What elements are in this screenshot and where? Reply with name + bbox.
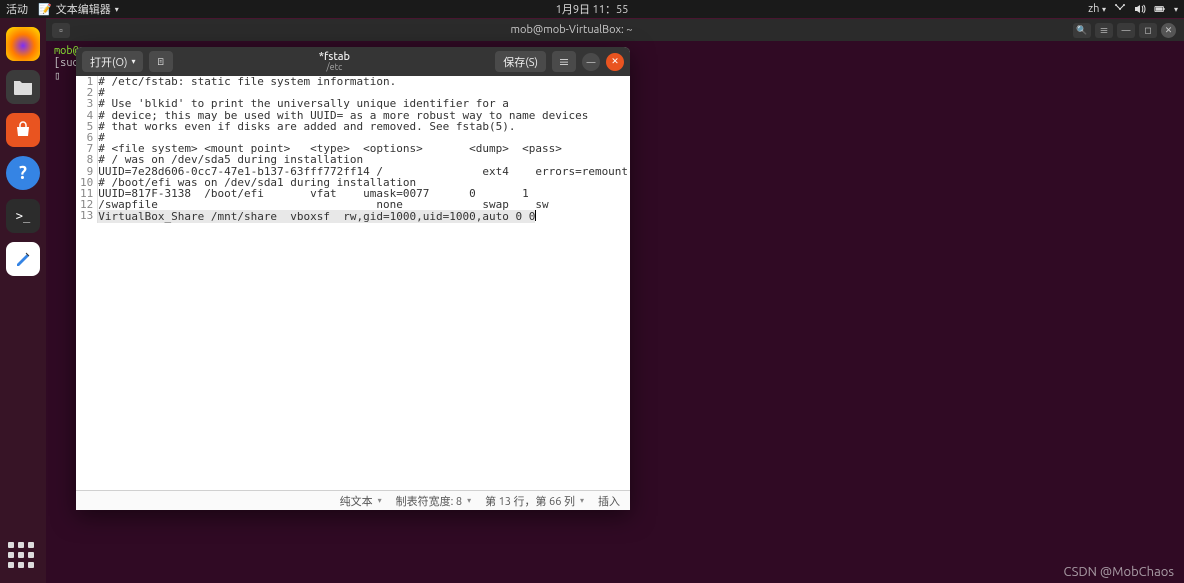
terminal-maximize-button[interactable]: ◻	[1139, 23, 1157, 38]
gedit-tabwidth-selector[interactable]: 制表符宽度: 8	[396, 493, 471, 509]
dock-files[interactable]	[6, 70, 40, 104]
dock: ? >_	[0, 18, 46, 583]
terminal-search-button[interactable]: 🔍	[1073, 23, 1091, 38]
terminal-minimize-button[interactable]: —	[1117, 23, 1135, 38]
new-document-icon	[157, 56, 165, 68]
app-menu-label: 文本编辑器	[56, 1, 111, 17]
activities-button[interactable]: 活动	[6, 1, 28, 17]
gnome-top-bar: 活动 📝 文本编辑器 ▾ 1月9日 11：55 zh ▾ ▾	[0, 0, 1184, 18]
gedit-minimize-button[interactable]: —	[582, 53, 600, 71]
gedit-save-button[interactable]: 保存(S)	[495, 51, 546, 72]
gedit-open-label: 打开(O)	[90, 54, 127, 70]
terminal-new-tab-button[interactable]: ▫	[52, 23, 70, 38]
dock-terminal[interactable]: >_	[6, 199, 40, 233]
watermark: CSDN @MobChaos	[1064, 565, 1174, 579]
gedit-filepath: /etc	[179, 63, 489, 72]
chevron-down-icon: ▾	[115, 5, 119, 14]
gedit-syntax-selector[interactable]: 纯文本	[340, 493, 382, 509]
terminal-menu-button[interactable]: ≡	[1095, 23, 1113, 38]
gedit-statusbar: 纯文本 制表符宽度: 8 第 13 行，第 66 列 插入	[76, 490, 630, 510]
gedit-cursor-position[interactable]: 第 13 行，第 66 列	[485, 493, 584, 509]
gedit-headerbar[interactable]: 打开(O) ▾ *fstab /etc 保存(S) ≡ — ✕	[76, 47, 630, 76]
network-icon[interactable]	[1114, 3, 1126, 15]
gedit-filename: *fstab	[179, 52, 489, 63]
gedit-title: *fstab /etc	[179, 52, 489, 72]
gedit-open-button[interactable]: 打开(O) ▾	[82, 51, 143, 72]
terminal-title: mob@mob-VirtualBox: ~	[70, 24, 1073, 36]
gedit-hamburger-button[interactable]: ≡	[552, 51, 576, 72]
app-menu[interactable]: 📝 文本编辑器 ▾	[38, 1, 119, 17]
volume-icon[interactable]	[1134, 3, 1146, 15]
gedit-window: 打开(O) ▾ *fstab /etc 保存(S) ≡ — ✕ 1 2 3 4 …	[76, 47, 630, 510]
app-menu-icon: 📝	[38, 3, 52, 16]
gedit-new-tab-button[interactable]	[149, 51, 173, 72]
dock-software-center[interactable]	[6, 113, 40, 147]
chevron-down-icon: ▾	[131, 57, 135, 66]
terminal-titlebar: ▫ mob@mob-VirtualBox: ~ 🔍 ≡ — ◻ ✕	[46, 19, 1184, 41]
gedit-insert-mode: 插入	[598, 493, 620, 509]
chevron-down-icon[interactable]: ▾	[1174, 5, 1178, 14]
dock-text-editor[interactable]	[6, 242, 40, 276]
gedit-code-area[interactable]: # /etc/fstab: static file system informa…	[98, 76, 630, 223]
show-applications-button[interactable]	[8, 542, 38, 572]
input-method-indicator[interactable]: zh ▾	[1088, 3, 1106, 15]
battery-icon[interactable]	[1154, 3, 1166, 15]
gedit-close-button[interactable]: ✕	[606, 53, 624, 71]
clock[interactable]: 1月9日 11：55	[556, 1, 629, 17]
dock-firefox[interactable]	[6, 27, 40, 61]
gedit-editor-area[interactable]: 1 2 3 4 5 6 7 8 9 10 11 12 13 # /etc/fst…	[76, 76, 630, 223]
gedit-line-gutter: 1 2 3 4 5 6 7 8 9 10 11 12 13	[76, 76, 98, 223]
dock-help[interactable]: ?	[6, 156, 40, 190]
terminal-close-button[interactable]: ✕	[1161, 23, 1176, 38]
